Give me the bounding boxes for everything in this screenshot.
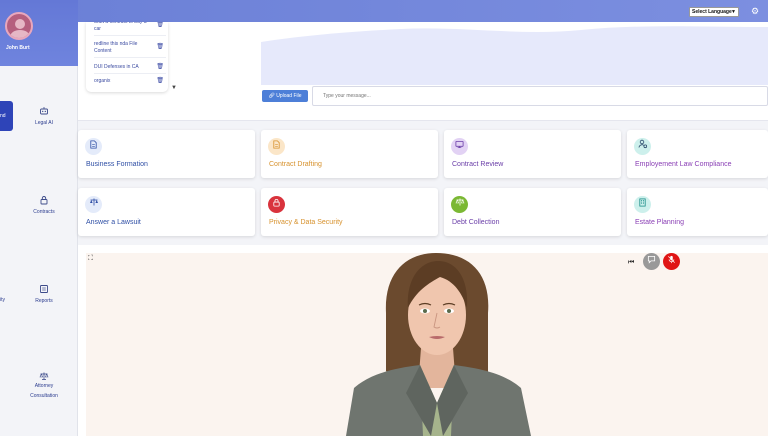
sidebar-item-label: Reports xyxy=(35,298,53,304)
sidebar-item-reports[interactable]: Reports xyxy=(24,284,64,304)
service-card-label: Contract Drafting xyxy=(269,161,322,168)
report-icon xyxy=(39,284,49,294)
scales-icon xyxy=(39,371,49,381)
trash-icon[interactable]: 🗑 xyxy=(156,78,164,85)
profile-card: John Burt xyxy=(0,0,78,66)
service-card-label: Business Formation xyxy=(86,161,148,168)
sidebar-item-legal-ai[interactable]: Legal AI xyxy=(24,106,64,126)
sidebar-item-contracts[interactable]: Contracts xyxy=(24,195,64,215)
user-gear-icon xyxy=(634,138,651,155)
lock-icon xyxy=(268,196,285,213)
trash-icon[interactable]: 🗑 xyxy=(156,64,164,71)
list-item[interactable]: organix 🗑 xyxy=(94,78,166,88)
avatar[interactable] xyxy=(5,12,33,40)
sidebar-item-active-label: nd xyxy=(0,113,6,119)
service-card-label: Contract Review xyxy=(452,161,504,168)
settings-gear-icon[interactable]: ⚙ xyxy=(750,6,760,16)
document-icon xyxy=(85,138,102,155)
microphone-icon[interactable] xyxy=(663,253,680,270)
document-draft-icon xyxy=(268,138,285,155)
service-card-label: Debt Collection xyxy=(452,219,500,226)
sidebar-item-active[interactable]: nd xyxy=(0,101,13,131)
lock-icon xyxy=(39,195,49,205)
service-card-label: Estate Planning xyxy=(635,219,685,226)
history-item-text: redline this nda File Content xyxy=(94,41,138,54)
monitor-icon xyxy=(451,138,468,155)
service-card-estate-planning[interactable]: Estate Planning xyxy=(627,188,768,236)
service-card-employment-law[interactable]: Employement Law Compliance xyxy=(627,130,768,178)
sidebar-item-attorney-consultation[interactable]: Attorney Consultation xyxy=(24,371,64,401)
sidebar-item-label: Contracts xyxy=(33,209,55,215)
history-item-text: DUI Defenses in CA xyxy=(94,64,139,70)
service-card-privacy-data-security[interactable]: Privacy & Data Security xyxy=(261,188,438,236)
trash-icon[interactable]: 🗑 xyxy=(156,22,164,29)
chat-message-area xyxy=(261,22,768,85)
service-card-contract-drafting[interactable]: Contract Drafting xyxy=(261,130,438,178)
top-bar: Select Language ▼ ⚙ xyxy=(0,0,768,22)
chat-history-list: draft a contract to buy a car 🗑 redline … xyxy=(86,22,168,92)
chevron-down-icon[interactable]: ▼ xyxy=(171,85,177,91)
sidebar-item-label: Attorney Consultation xyxy=(30,383,58,399)
scales-icon xyxy=(451,196,468,213)
sidebar: John Burt nd Legal AI Contracts ity Repo… xyxy=(0,0,78,436)
play-skip-icon[interactable]: ⏮ xyxy=(628,259,634,267)
virtual-assistant-avatar xyxy=(346,253,531,436)
chat-bubble-icon[interactable] xyxy=(643,253,660,270)
list-item[interactable]: redline this nda File Content 🗑 xyxy=(94,41,166,58)
avatar-stage: ⛶ ⏮ xyxy=(86,253,768,436)
service-card-debt-collection[interactable]: Debt Collection xyxy=(444,188,621,236)
profile-name: John Burt xyxy=(6,45,30,51)
service-card-label: Employement Law Compliance xyxy=(635,161,732,168)
upload-file-label: Upload File xyxy=(276,93,302,99)
scales-icon xyxy=(85,196,102,213)
paperclip-icon: 🔗︎ xyxy=(268,93,275,99)
service-card-business-formation[interactable]: Business Formation xyxy=(78,130,255,178)
list-item[interactable]: DUI Defenses in CA 🗑 xyxy=(94,64,166,74)
sidebar-item-label: Legal AI xyxy=(34,120,54,126)
history-item-text: draft a contract to buy a car xyxy=(94,22,147,32)
fullscreen-icon[interactable]: ⛶ xyxy=(88,255,93,263)
chevron-down-icon: ▼ xyxy=(731,9,736,15)
service-card-contract-review[interactable]: Contract Review xyxy=(444,130,621,178)
history-item-text: organix xyxy=(94,78,111,84)
language-select-label: Select Language xyxy=(692,9,732,15)
message-input[interactable] xyxy=(312,86,768,106)
sidebar-item-cut[interactable]: ity xyxy=(0,297,5,303)
building-icon xyxy=(634,196,651,213)
service-card-label: Answer a Lawsuit xyxy=(86,219,141,226)
language-select[interactable]: Select Language ▼ xyxy=(689,7,739,17)
avatar-panel: ⛶ ⏮ xyxy=(78,245,768,436)
list-item[interactable]: draft a contract to buy a car 🗑 xyxy=(94,22,166,36)
service-card-answer-lawsuit[interactable]: Answer a Lawsuit xyxy=(78,188,255,236)
upload-file-button[interactable]: 🔗︎ Upload File xyxy=(262,90,308,102)
robot-icon xyxy=(39,106,49,116)
trash-icon[interactable]: 🗑 xyxy=(156,44,164,51)
service-card-label: Privacy & Data Security xyxy=(269,219,343,226)
